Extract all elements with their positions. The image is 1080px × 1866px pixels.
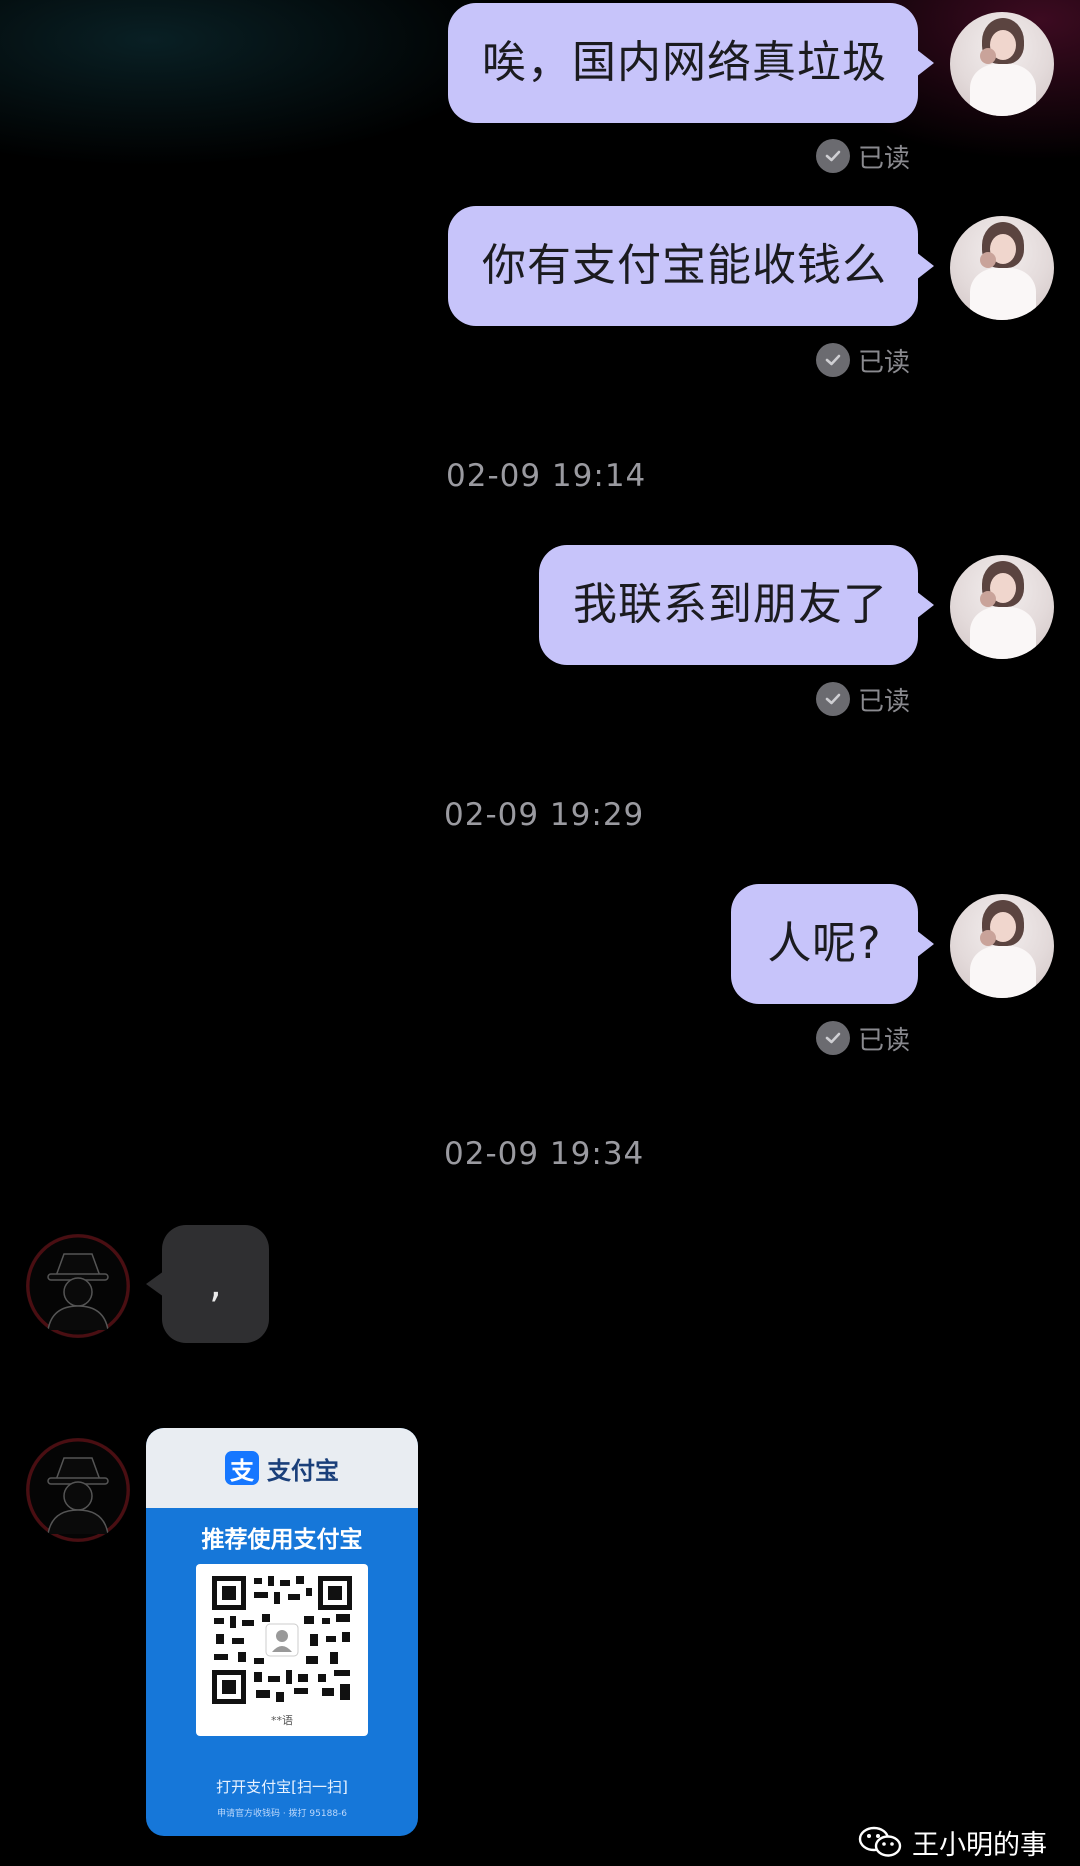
qr-username: **语 xyxy=(271,1714,293,1727)
message-text: 你有支付宝能收钱么 xyxy=(482,240,887,291)
read-receipt: 已读 xyxy=(816,1020,910,1056)
qr-title: 推荐使用支付宝 xyxy=(201,1527,363,1553)
alipay-qr-image-message[interactable]: 支 支付宝 推荐使用支付宝 **语 打开支付宝[扫一扫] 申请官方收钱码 · 拨… xyxy=(146,1428,418,1836)
read-receipt-label: 已读 xyxy=(858,347,911,378)
alipay-logo-icon: 支 xyxy=(225,1451,259,1485)
scan-hint: 打开支付宝[扫一扫] xyxy=(216,1778,348,1796)
check-icon xyxy=(816,1021,850,1055)
message-text: 人呢? xyxy=(767,918,882,969)
read-receipt-label: 已读 xyxy=(858,1025,911,1056)
message-text: , xyxy=(209,1261,222,1307)
check-icon xyxy=(816,343,850,377)
outgoing-message-bubble[interactable]: 我联系到朋友了 xyxy=(539,545,934,665)
wechat-watermark: 王小明的事 xyxy=(858,1822,1047,1862)
message-text: 我联系到朋友了 xyxy=(573,579,888,630)
fine-print: 申请官方收钱码 · 拨打 95188-6 xyxy=(216,1809,348,1819)
read-receipt: 已读 xyxy=(816,342,910,378)
outgoing-message-bubble[interactable]: 你有支付宝能收钱么 xyxy=(448,206,934,326)
alipay-header: 支 支付宝 xyxy=(146,1428,418,1508)
watermark-text: 王小明的事 xyxy=(912,1829,1047,1861)
alipay-brand: 支付宝 xyxy=(267,1456,339,1485)
incognito-silhouette-icon xyxy=(26,1234,130,1338)
qr-code: **语 xyxy=(196,1564,368,1736)
my-avatar[interactable] xyxy=(950,894,1054,998)
outgoing-message-bubble[interactable]: 人呢? xyxy=(731,884,934,1004)
my-avatar[interactable] xyxy=(950,555,1054,659)
read-receipt-label: 已读 xyxy=(858,143,911,174)
wechat-icon xyxy=(858,1825,902,1859)
my-avatar[interactable] xyxy=(950,216,1054,320)
my-avatar[interactable] xyxy=(950,12,1054,116)
incognito-silhouette-icon xyxy=(26,1438,130,1542)
contact-avatar[interactable] xyxy=(26,1438,130,1542)
timestamp: 02-09 19:29 xyxy=(444,797,645,833)
qr-code-icon xyxy=(212,1576,352,1704)
timestamp: 02-09 19:34 xyxy=(444,1136,645,1172)
contact-avatar[interactable] xyxy=(26,1234,130,1338)
incoming-message-bubble[interactable]: , xyxy=(146,1225,269,1343)
timestamp: 02-09 19:14 xyxy=(446,458,647,494)
message-text: 唉，国内网络真垃圾 xyxy=(482,37,887,88)
read-receipt: 已读 xyxy=(816,681,910,717)
read-receipt-label: 已读 xyxy=(858,686,911,717)
read-receipt: 已读 xyxy=(816,138,910,174)
outgoing-message-bubble[interactable]: 唉，国内网络真垃圾 xyxy=(448,3,934,123)
check-icon xyxy=(816,139,850,173)
check-icon xyxy=(816,682,850,716)
